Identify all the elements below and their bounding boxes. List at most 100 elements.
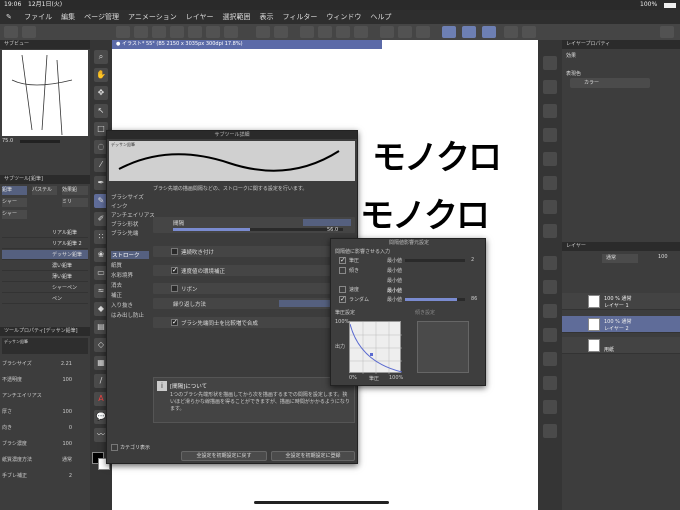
category-stroke[interactable]: ストローク bbox=[111, 251, 149, 259]
redo-icon[interactable] bbox=[274, 26, 288, 38]
pressure-min-slider[interactable] bbox=[405, 259, 465, 262]
category-correction[interactable]: 補正 bbox=[111, 291, 122, 299]
zoom-tool-icon[interactable]: ⌕ bbox=[94, 50, 108, 64]
save-icon[interactable] bbox=[170, 26, 184, 38]
ribbon-checkbox[interactable] bbox=[171, 285, 178, 292]
more-icon[interactable] bbox=[660, 26, 674, 38]
compare-checkbox[interactable] bbox=[171, 318, 178, 326]
prop-brush-size[interactable]: ブラシサイズ 2.21 bbox=[2, 360, 88, 369]
prop-brush-density[interactable]: ブラシ濃度 100 bbox=[2, 440, 88, 449]
new-icon[interactable] bbox=[134, 26, 148, 38]
panel-icon[interactable] bbox=[543, 328, 557, 342]
panel-icon[interactable] bbox=[543, 280, 557, 294]
prop-paper-texture[interactable]: 紙質濃度方法 通常 bbox=[2, 456, 88, 465]
brush-item[interactable]: 薄い鉛筆 bbox=[2, 272, 88, 282]
menu-file[interactable]: ファイル bbox=[24, 10, 52, 24]
open-icon[interactable] bbox=[152, 26, 166, 38]
random-checkbox[interactable]: ✓ bbox=[339, 295, 346, 303]
category-ink[interactable]: インク bbox=[111, 202, 128, 210]
menu-edit[interactable]: 編集 bbox=[61, 10, 75, 24]
app-logo-icon[interactable]: ✎ bbox=[6, 10, 12, 24]
brush-item[interactable]: 濃い鉛筆 bbox=[2, 261, 88, 271]
layer-row-selected[interactable]: 100 % 通常 レイヤー 2 bbox=[562, 316, 680, 333]
menu-animation[interactable]: アニメーション bbox=[128, 10, 177, 24]
settings-icon[interactable] bbox=[224, 26, 238, 38]
subtool-tab-pencil[interactable]: 鉛筆 bbox=[2, 186, 27, 195]
menu-page[interactable]: ページ管理 bbox=[84, 10, 119, 24]
hand-tool-icon[interactable]: ✋ bbox=[94, 68, 108, 82]
panel-icon[interactable] bbox=[543, 352, 557, 366]
panel-icon[interactable] bbox=[543, 152, 557, 166]
menu-selection[interactable]: 選択範囲 bbox=[223, 10, 251, 24]
pressure-checkbox[interactable]: ✓ bbox=[339, 256, 346, 264]
brush-item[interactable]: リアル鉛筆 bbox=[2, 228, 88, 238]
layer-toggle-icon[interactable] bbox=[504, 26, 518, 38]
menu-help[interactable]: ヘルプ bbox=[370, 10, 391, 24]
subtool-tab-milli[interactable]: ミリ bbox=[62, 198, 88, 207]
category-antialias[interactable]: アンチエイリアス bbox=[111, 211, 155, 219]
panel-icon[interactable] bbox=[543, 224, 557, 238]
deselect-icon[interactable] bbox=[354, 26, 368, 38]
move-tool-icon[interactable]: ✥ bbox=[94, 86, 108, 100]
prop-opacity[interactable]: 不透明度 100 bbox=[2, 376, 88, 385]
panel-icon[interactable] bbox=[543, 400, 557, 414]
subtool-tab-effect[interactable]: 効果鉛 bbox=[62, 186, 88, 195]
opacity-value[interactable]: 100 bbox=[658, 254, 668, 260]
expression-color-select[interactable]: カラー bbox=[570, 78, 650, 88]
blend-mode-select[interactable]: 通常 bbox=[602, 254, 638, 263]
category-toggle-checkbox[interactable] bbox=[111, 444, 118, 451]
grid-icon[interactable] bbox=[416, 26, 430, 38]
interval-mode-buttons[interactable] bbox=[303, 219, 351, 226]
subtool-tab-sharp[interactable]: シャー bbox=[2, 198, 27, 207]
layer-row[interactable]: 100 % 通常 レイヤー 1 bbox=[562, 293, 680, 310]
menu-icon[interactable] bbox=[116, 26, 130, 38]
panel-icon[interactable] bbox=[543, 424, 557, 438]
menu-filter[interactable]: フィルター bbox=[283, 10, 318, 24]
panel-icon[interactable] bbox=[543, 200, 557, 214]
prop-stabilization[interactable]: 手ブレ補正 2 bbox=[2, 472, 88, 481]
prop-thickness[interactable]: 厚さ 100 bbox=[2, 408, 88, 417]
document-tab[interactable]: ● イラスト* 55° (B5 2150 x 3035px 300dpi 17.… bbox=[112, 40, 382, 49]
subtool-tab-pastel[interactable]: パステル bbox=[32, 186, 57, 195]
undo-icon[interactable] bbox=[256, 26, 270, 38]
app-menu-icon[interactable] bbox=[4, 26, 18, 38]
menu-window[interactable]: ウィンドウ bbox=[326, 10, 361, 24]
random-min-slider[interactable] bbox=[405, 298, 465, 301]
stabilizer-2-icon[interactable] bbox=[462, 26, 476, 38]
brush-item[interactable]: シャーペン bbox=[2, 283, 88, 293]
category-overflow[interactable]: はみ出し防止 bbox=[111, 311, 144, 319]
operation-tool-icon[interactable]: ↖ bbox=[94, 104, 108, 118]
fill-icon[interactable] bbox=[336, 26, 350, 38]
print-icon[interactable] bbox=[206, 26, 220, 38]
panel-icon[interactable] bbox=[543, 376, 557, 390]
brush-item-selected[interactable]: デッサン鉛筆 bbox=[2, 250, 88, 260]
interval-slider[interactable] bbox=[173, 228, 343, 231]
category-watercolor[interactable]: 水彩境界 bbox=[111, 271, 133, 279]
panel-toggle-icon[interactable] bbox=[522, 26, 536, 38]
brush-item[interactable]: リアル鉛筆 2 bbox=[2, 239, 88, 249]
stabilizer-1-icon[interactable] bbox=[442, 26, 456, 38]
menu-view[interactable]: 表示 bbox=[260, 10, 274, 24]
panel-icon[interactable] bbox=[543, 176, 557, 190]
subtool-tab-sharp-2[interactable]: シャー bbox=[2, 210, 27, 219]
speed-checkbox[interactable] bbox=[339, 286, 346, 293]
expand-icon[interactable] bbox=[22, 26, 36, 38]
snap-icon[interactable] bbox=[380, 26, 394, 38]
speed-checkbox[interactable] bbox=[171, 266, 178, 274]
menu-layer[interactable]: レイヤー bbox=[186, 10, 214, 24]
clear-icon[interactable] bbox=[300, 26, 314, 38]
panel-icon[interactable] bbox=[543, 128, 557, 142]
export-icon[interactable] bbox=[188, 26, 202, 38]
category-erase[interactable]: 消去 bbox=[111, 281, 122, 289]
category-brush-shape[interactable]: ブラシ形状 bbox=[111, 220, 138, 228]
brush-item[interactable]: ペン bbox=[2, 294, 88, 304]
reset-button[interactable]: 全設定を初期設定に戻す bbox=[181, 451, 267, 461]
prop-antialias[interactable]: アンチエイリアス bbox=[2, 392, 88, 401]
category-start-end[interactable]: 入り抜き bbox=[111, 301, 133, 309]
continuous-checkbox[interactable] bbox=[171, 248, 178, 255]
category-paper[interactable]: 紙質 bbox=[111, 261, 122, 269]
stabilizer-3-icon[interactable] bbox=[482, 26, 496, 38]
zoom-slider[interactable] bbox=[20, 140, 60, 143]
prop-direction[interactable]: 向き 0 bbox=[2, 424, 88, 433]
panel-icon[interactable] bbox=[543, 56, 557, 70]
